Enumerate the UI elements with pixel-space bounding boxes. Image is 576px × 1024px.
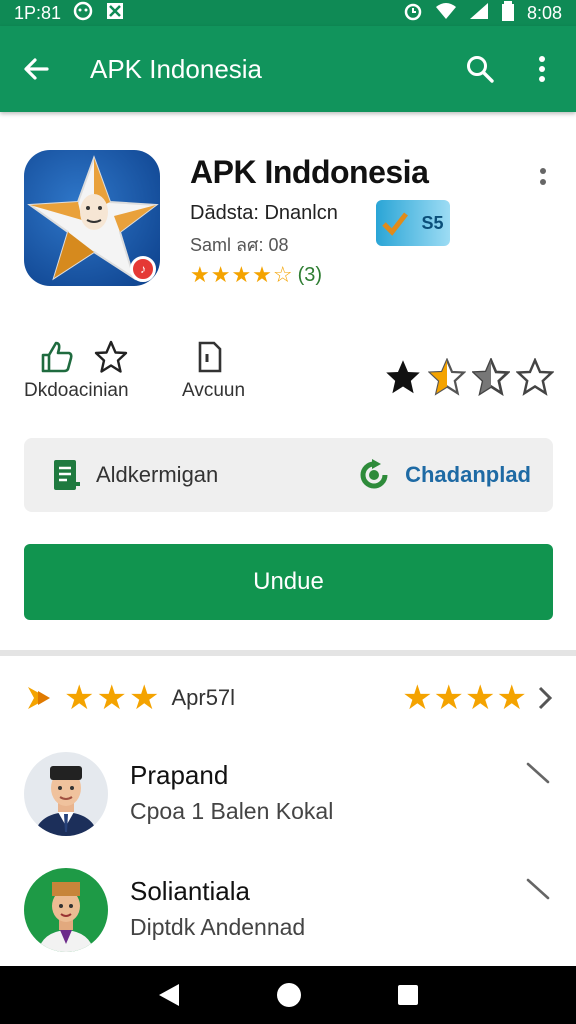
system-nav-bar: [0, 966, 576, 1024]
star-outline-icon: [516, 358, 554, 396]
more-vert-icon: [539, 56, 545, 82]
more-dot: [540, 178, 546, 185]
editors-badge-text: S5: [421, 212, 444, 233]
review-text: Diptdk Andennad: [130, 914, 306, 940]
info-card: Aldkermigan Chadanplad: [24, 438, 553, 512]
play-arrow-icon: [28, 687, 50, 709]
battery-icon: [501, 0, 515, 26]
review-author: Prapand: [130, 760, 229, 790]
app-name: APK Inddonesia: [190, 154, 429, 190]
rate-app-stars[interactable]: [384, 358, 554, 396]
review-author: Soliantiala: [130, 876, 250, 906]
recommend-label: Dkdoacinian: [24, 380, 129, 401]
star-outline-icon: [94, 340, 128, 373]
account-action[interactable]: Avcuun: [182, 340, 245, 402]
info-right-item[interactable]: Chadanplad: [357, 458, 531, 492]
more-dot: [540, 167, 546, 174]
status-time-left: 1P:81: [14, 2, 62, 23]
chevron-right-icon: [538, 686, 553, 710]
expand-icon[interactable]: [524, 760, 552, 788]
refresh-icon: [360, 459, 388, 489]
app-size: Saml ลศ: 08: [190, 235, 289, 255]
avatar: [24, 868, 108, 952]
alarm-icon: [403, 1, 423, 26]
review-text: Cpoa 1 Balen Kokal: [130, 798, 334, 824]
content: ♪ APK Inddonesia Dādsta: Dnanlcn Saml ลศ…: [0, 112, 576, 966]
editors-badge[interactable]: S5: [376, 200, 450, 246]
reviews-summary[interactable]: ★★★ Apr57l ★★★★: [24, 678, 554, 718]
reviews-stars-right: ★★★★: [402, 679, 528, 717]
app-bar-title: APK Indonesia: [90, 53, 263, 84]
star-filled-icon: [386, 360, 420, 394]
star-half-outline-icon: [472, 358, 510, 396]
star-half-icon: [428, 358, 466, 396]
app-header: ♪ APK Inddonesia Dādsta: Dnanlcn Saml ลศ…: [24, 150, 554, 300]
info-left-item[interactable]: Aldkermigan: [52, 458, 218, 492]
developer-name[interactable]: Dādsta: Dnanlcn: [190, 202, 338, 225]
info-left-label: Aldkermigan: [96, 462, 219, 487]
install-button[interactable]: Undue: [24, 544, 553, 620]
review-item[interactable]: Prapand Cpoa 1 Balen Kokal: [24, 752, 554, 842]
search-icon: [467, 56, 494, 83]
rating-count: (3): [297, 263, 323, 286]
notification-icon: [73, 1, 93, 26]
app-rating: ★★★★☆ (3): [190, 262, 322, 288]
back-arrow-icon: [24, 58, 49, 80]
signal-icon: [469, 2, 489, 25]
rating-stars: ★★★★☆: [190, 262, 294, 287]
review-item[interactable]: Soliantiala Diptdk Andennad: [24, 868, 554, 958]
wifi-icon: [435, 2, 457, 25]
reviews-stars-left: ★★★: [64, 679, 162, 717]
account-label: Avcuun: [182, 380, 246, 401]
app-icon[interactable]: ♪: [24, 150, 160, 286]
nav-back-icon[interactable]: [157, 982, 181, 1008]
section-divider: [0, 650, 576, 656]
search-button[interactable]: [460, 49, 500, 89]
image-notification-icon: [105, 1, 125, 26]
app-icon-badge: ♪: [130, 256, 156, 282]
nav-recents-icon[interactable]: [397, 984, 419, 1006]
thumb-up-icon: [41, 341, 73, 373]
status-bar: 1P:81 8:08: [0, 0, 576, 26]
avatar: [24, 752, 108, 836]
checkmark-icon: [382, 212, 409, 236]
app-bar: APK Indonesia: [0, 26, 576, 112]
list-doc-icon: [54, 460, 80, 490]
nav-home-icon[interactable]: [276, 982, 302, 1008]
back-button[interactable]: [16, 49, 56, 89]
recommend-action[interactable]: Dkdoacinian: [24, 340, 129, 402]
app-more-button[interactable]: [532, 156, 554, 196]
reviews-date: Apr57l: [171, 685, 236, 710]
expand-icon[interactable]: [524, 876, 552, 904]
overflow-menu-button[interactable]: [522, 49, 562, 89]
info-right-label: Chadanplad: [405, 462, 531, 487]
document-icon: [198, 341, 222, 373]
actions-row: Dkdoacinian Avcuun: [24, 340, 554, 410]
status-time-right: 8:08: [526, 2, 562, 23]
